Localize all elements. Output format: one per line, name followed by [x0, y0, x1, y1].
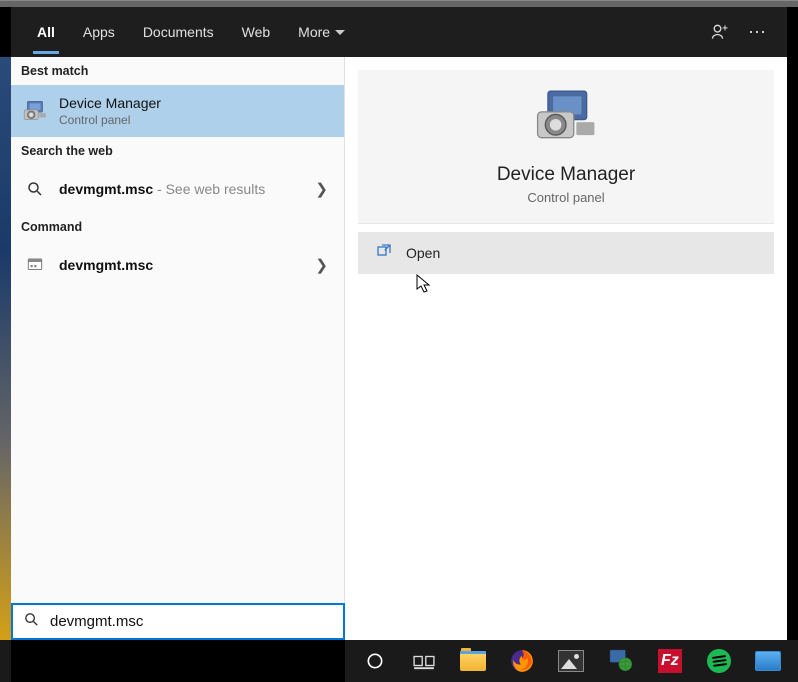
feedback-icon[interactable] — [710, 22, 730, 42]
result-title: Device Manager — [59, 95, 334, 111]
section-search-web: Search the web — [11, 137, 344, 165]
results-list: Best match Device Manager Control panel — [11, 57, 345, 640]
search-icon — [23, 611, 40, 633]
preview-title: Device Manager — [497, 164, 635, 186]
taskbar-cortana-button[interactable] — [351, 640, 398, 682]
open-icon — [376, 243, 392, 263]
chevron-right-icon: ❯ — [315, 256, 334, 274]
tab-web[interactable]: Web — [228, 10, 285, 54]
results-container: Best match Device Manager Control panel — [11, 57, 787, 640]
taskbar-globe-button[interactable] — [597, 640, 644, 682]
taskbar-taskview-button[interactable] — [400, 640, 447, 682]
preview-sub: Control panel — [527, 190, 604, 205]
folder-icon — [460, 651, 486, 671]
result-sub: Control panel — [59, 113, 334, 127]
search-tabs-bar: All Apps Documents Web More ⋯ — [11, 7, 787, 57]
taskbar-photos-button[interactable] — [548, 640, 595, 682]
globe-network-icon — [608, 648, 634, 674]
result-web-devmgmt[interactable]: devmgmt.msc - See web results ❯ — [11, 165, 344, 213]
taskbar: Fz — [345, 640, 798, 682]
window-top-strip — [0, 0, 798, 7]
result-text: Device Manager Control panel — [59, 95, 334, 127]
device-manager-icon — [21, 97, 49, 125]
section-command: Command — [11, 213, 344, 241]
start-search-panel: All Apps Documents Web More ⋯ Best match — [11, 7, 787, 640]
tabs-right-controls: ⋯ — [710, 22, 775, 43]
tab-apps[interactable]: Apps — [69, 10, 129, 54]
command-label: devmgmt.msc — [59, 257, 153, 273]
more-options-icon[interactable]: ⋯ — [748, 22, 767, 43]
device-manager-icon-large — [535, 86, 597, 148]
spotify-icon — [707, 649, 731, 673]
taskbar-spotify-button[interactable] — [696, 640, 743, 682]
search-icon — [21, 175, 49, 203]
remote-desktop-icon — [755, 651, 781, 671]
open-label: Open — [406, 245, 440, 261]
section-best-match: Best match — [11, 57, 344, 85]
taskbar-remote-button[interactable] — [745, 640, 792, 682]
chevron-down-icon — [335, 30, 345, 35]
preview-action-open[interactable]: Open — [358, 232, 774, 274]
web-query: devmgmt.msc — [59, 181, 153, 197]
result-command-devmgmt[interactable]: devmgmt.msc ❯ — [11, 241, 344, 289]
tab-more[interactable]: More — [284, 10, 359, 54]
taskbar-search-box[interactable] — [11, 603, 345, 640]
msc-icon — [21, 251, 49, 279]
chevron-right-icon: ❯ — [315, 180, 334, 198]
result-device-manager[interactable]: Device Manager Control panel — [11, 85, 344, 137]
taskbar-left-fill — [0, 640, 11, 682]
taskbar-filezilla-button[interactable]: Fz — [646, 640, 693, 682]
web-suffix: - See web results — [153, 181, 265, 197]
tab-all[interactable]: All — [23, 10, 69, 54]
tab-documents[interactable]: Documents — [129, 10, 228, 54]
filezilla-icon: Fz — [658, 649, 682, 673]
web-result-text: devmgmt.msc - See web results — [59, 181, 315, 197]
firefox-icon — [509, 648, 535, 674]
taskbar-explorer-button[interactable] — [449, 640, 496, 682]
tab-more-label: More — [298, 24, 330, 40]
preview-header: Device Manager Control panel — [358, 70, 774, 224]
command-label-wrap: devmgmt.msc — [59, 257, 315, 273]
taskbar-firefox-button[interactable] — [499, 640, 546, 682]
result-preview-pane: Device Manager Control panel Open — [345, 57, 787, 640]
photos-icon — [558, 650, 584, 672]
search-input[interactable] — [50, 613, 333, 630]
